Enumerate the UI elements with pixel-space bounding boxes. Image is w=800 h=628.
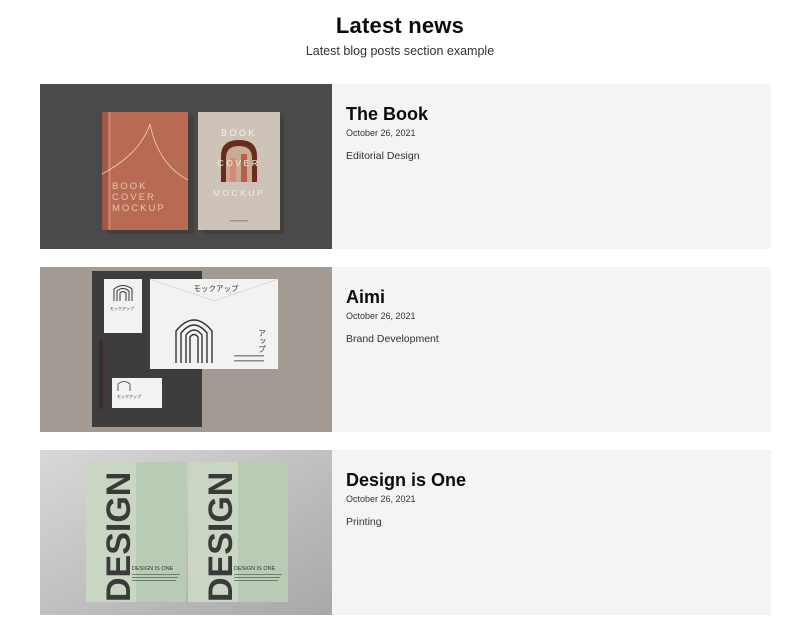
post-thumbnail[interactable]: モックアップ モックアップ モックアップ アップ [40, 267, 332, 432]
poster-caption-1: DESIGN IS ONE [132, 566, 174, 572]
post-title[interactable]: The Book [346, 103, 759, 125]
post-date: October 26, 2021 [346, 494, 416, 504]
book-right-mid-text: COVER [218, 158, 261, 168]
page-title: Latest news [335, 13, 465, 38]
poster-mockup-image: DESIGN DESIGN IS ONE DESIGN DESIGN IS ON… [40, 450, 332, 615]
post-body: Aimi October 26, 2021 Brand Development [346, 286, 759, 346]
post-date: October 26, 2021 [346, 311, 416, 321]
book-right-top-text: BOOK [221, 128, 257, 138]
blog-post-card[interactable]: BOOK COVER MOCKUP BOOK COVER MOCKUP The … [40, 84, 771, 249]
post-date: October 26, 2021 [346, 128, 416, 138]
post-thumbnail[interactable]: BOOK COVER MOCKUP BOOK COVER MOCKUP [40, 84, 332, 249]
stationery-mockup-image: モックアップ モックアップ モックアップ アップ [40, 267, 332, 432]
book-left-line-3: MOCKUP [112, 203, 166, 214]
book-right-bottom-text: MOCKUP [213, 188, 265, 198]
poster-word-1: DESIGN [100, 472, 138, 602]
post-body: Design is One October 26, 2021 Printing [346, 469, 759, 529]
post-body: The Book October 26, 2021 Editorial Desi… [346, 103, 759, 163]
post-category: Printing [346, 516, 382, 528]
poster-word-2: DESIGN [202, 472, 240, 602]
section-header: Latest news Latest blog posts section ex… [0, 12, 800, 59]
envelope-heading: モックアップ [194, 284, 239, 293]
book-left-line-1: BOOK [112, 181, 147, 192]
blog-post-card[interactable]: モックアップ モックアップ モックアップ アップ Aimi October 26… [40, 267, 771, 432]
post-category: Editorial Design [346, 150, 420, 162]
post-thumbnail[interactable]: DESIGN DESIGN IS ONE DESIGN DESIGN IS ON… [40, 450, 332, 615]
post-title[interactable]: Design is One [346, 469, 759, 491]
page-subtitle: Latest blog posts section example [305, 44, 495, 58]
envelope-vertical-text: アップ [258, 329, 267, 353]
poster-caption-2: DESIGN IS ONE [234, 566, 276, 572]
post-title[interactable]: Aimi [346, 286, 759, 308]
card-label-bottom: モックアップ [117, 393, 141, 399]
blog-post-card[interactable]: DESIGN DESIGN IS ONE DESIGN DESIGN IS ON… [40, 450, 771, 615]
book-mockup-image: BOOK COVER MOCKUP BOOK COVER MOCKUP [40, 84, 332, 249]
card-label-top: モックアップ [110, 305, 134, 311]
post-category: Brand Development [346, 333, 439, 345]
book-left-line-2: COVER [112, 192, 156, 203]
